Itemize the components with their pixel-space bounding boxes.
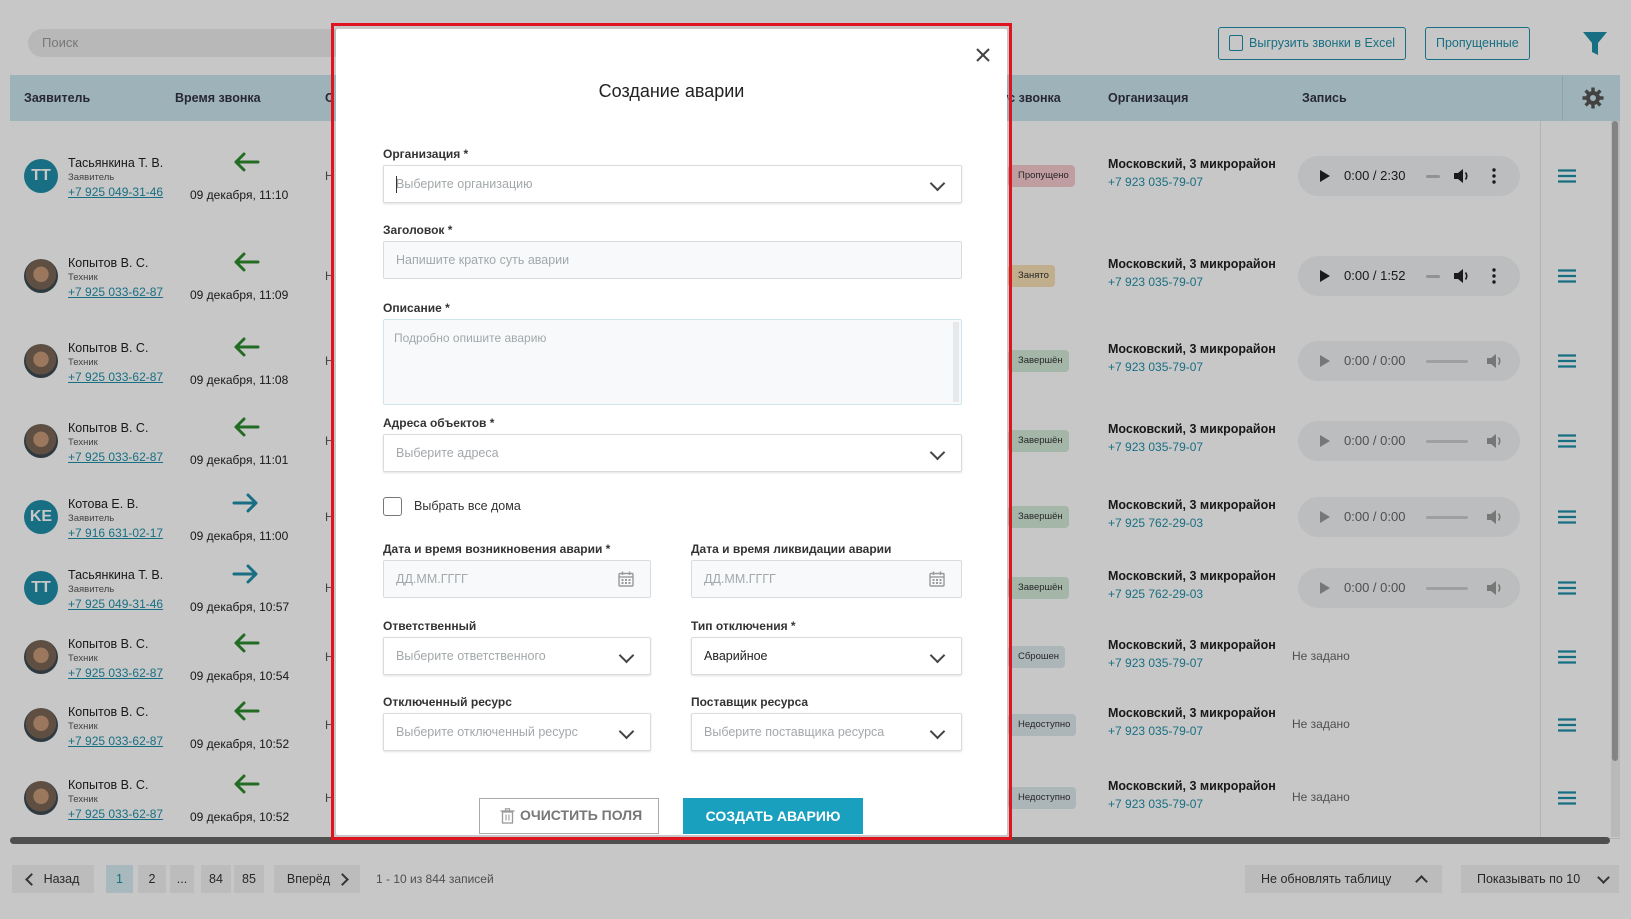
chevron-down-icon [929, 175, 946, 192]
organization-placeholder: Выберите организацию [396, 177, 533, 191]
header-input[interactable]: Напишите кратко суть аварии [383, 241, 962, 279]
header-label: Заголовок * [383, 223, 453, 237]
addresses-select[interactable]: Выберите адреса [383, 434, 962, 472]
start-datetime-label: Дата и время возникновения аварии * [383, 542, 611, 556]
responsible-label: Ответственный [383, 619, 477, 633]
provider-select[interactable]: Выберите поставщика ресурса [691, 713, 962, 751]
description-label: Описание * [383, 301, 450, 315]
addresses-label: Адреса объектов * [383, 416, 495, 430]
trash-icon [500, 808, 515, 824]
shutdown-type-select[interactable]: Аварийное [691, 637, 962, 675]
responsible-select[interactable]: Выберите ответственного [383, 637, 651, 675]
chevron-down-icon [618, 723, 635, 740]
organization-select[interactable]: Выберите организацию [383, 165, 962, 203]
resource-select[interactable]: Выберите отключенный ресурс [383, 713, 651, 751]
organization-label: Организация * [383, 147, 469, 161]
modal-title: Создание аварии [598, 81, 745, 101]
create-accident-modal: Создание аварии Организация * Выберите о… [336, 29, 1007, 835]
start-datetime-input[interactable]: ДД.ММ.ГГГГ [383, 560, 651, 598]
end-datetime-input[interactable]: ДД.ММ.ГГГГ [691, 560, 962, 598]
provider-placeholder: Выберите поставщика ресурса [704, 725, 885, 739]
addresses-placeholder: Выберите адреса [396, 446, 499, 460]
select-all-houses-checkbox[interactable] [383, 497, 402, 516]
calendar-icon[interactable] [618, 571, 634, 587]
end-datetime-label: Дата и время ликвидации аварии [691, 542, 892, 556]
header-placeholder: Напишите кратко суть аварии [396, 253, 570, 267]
select-all-houses-label[interactable]: Выбрать все дома [414, 499, 521, 513]
provider-label: Поставщик ресурса [691, 695, 809, 709]
chevron-down-icon [618, 647, 635, 664]
shutdown-type-value: Аварийное [704, 649, 768, 663]
responsible-placeholder: Выберите ответственного [396, 649, 546, 663]
resource-placeholder: Выберите отключенный ресурс [396, 725, 578, 739]
clear-fields-label: ОЧИСТИТЬ ПОЛЯ [520, 807, 643, 823]
end-datetime-placeholder: ДД.ММ.ГГГГ [704, 572, 776, 586]
calendar-icon[interactable] [929, 571, 945, 587]
textarea-scrollbar[interactable] [953, 322, 959, 402]
close-icon[interactable] [974, 46, 992, 64]
chevron-down-icon [929, 647, 946, 664]
description-textarea[interactable]: Подробно опишите аварию [383, 319, 962, 405]
chevron-down-icon [929, 723, 946, 740]
clear-fields-button[interactable]: ОЧИСТИТЬ ПОЛЯ [479, 798, 659, 834]
resource-label: Отключенный ресурс [383, 695, 512, 709]
shutdown-type-label: Тип отключения * [691, 619, 796, 633]
calls-page: Поиск Выгрузить звонки в Excel Пропущенн… [0, 0, 1631, 919]
description-placeholder: Подробно опишите аварию [394, 331, 547, 345]
chevron-down-icon [929, 444, 946, 461]
create-accident-button[interactable]: СОЗДАТЬ АВАРИЮ [683, 798, 863, 834]
start-datetime-placeholder: ДД.ММ.ГГГГ [396, 572, 468, 586]
